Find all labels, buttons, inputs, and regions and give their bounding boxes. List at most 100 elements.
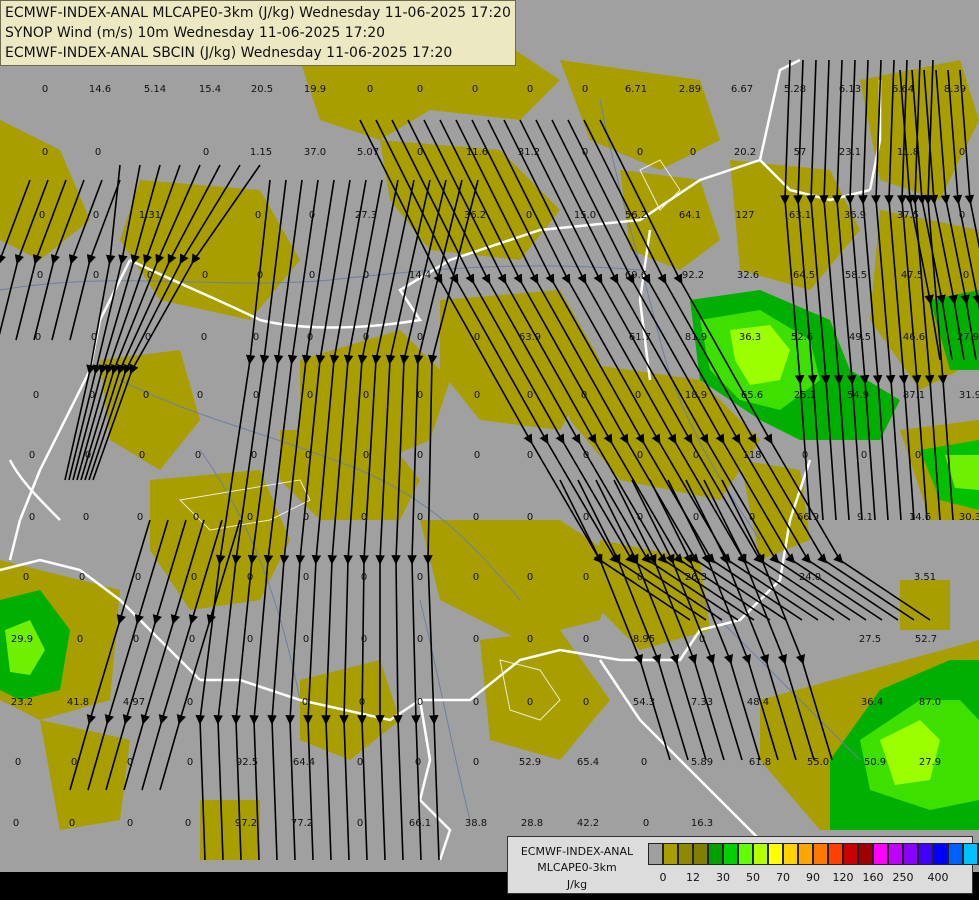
cape-value-label: 0 xyxy=(42,147,48,158)
cape-value-label: 0 xyxy=(135,572,141,583)
legend-swatch xyxy=(798,843,813,865)
cape-value-label: 0 xyxy=(963,270,969,281)
cape-value-label: 0 xyxy=(79,572,85,583)
cape-value-label: 0 xyxy=(472,84,478,95)
legend-swatch xyxy=(768,843,783,865)
cape-value-label: 0 xyxy=(363,332,369,343)
cape-value-label: 63.1 xyxy=(789,210,811,221)
cape-value-label: 64.5 xyxy=(793,270,815,281)
cape-value-label: 54.9 xyxy=(847,390,869,401)
cape-value-label: 65.4 xyxy=(577,757,599,768)
cape-value-label: 0 xyxy=(193,512,199,523)
cape-value-label: 0 xyxy=(637,512,643,523)
cape-value-label: 6.67 xyxy=(731,84,753,95)
cape-value-label: 8.39 xyxy=(944,84,966,95)
cape-value-label: 0 xyxy=(39,210,45,221)
cape-value-label: 0 xyxy=(143,390,149,401)
cape-value-label: 3.51 xyxy=(914,572,936,583)
cape-value-label: 0 xyxy=(473,512,479,523)
cape-value-label: 14.4 xyxy=(409,270,431,281)
legend-swatch xyxy=(738,843,753,865)
cape-value-label: 50.9 xyxy=(864,757,886,768)
cape-value-label: 0 xyxy=(635,390,641,401)
legend-swatch xyxy=(663,843,678,865)
cape-value-label: 0 xyxy=(359,697,365,708)
cape-value-label: 0 xyxy=(145,332,151,343)
cape-value-label: 0 xyxy=(749,512,755,523)
legend-units: J/kg xyxy=(566,878,588,891)
cape-value-label: 11.8 xyxy=(897,147,919,158)
cape-value-label: 0 xyxy=(85,450,91,461)
cape-value-label: 7.33 xyxy=(691,697,713,708)
cape-value-label: 0 xyxy=(29,512,35,523)
cape-value-label: 6.13 xyxy=(839,84,861,95)
cape-value-label: 16.3 xyxy=(691,818,713,829)
cape-value-label: 26.3 xyxy=(685,572,707,583)
cape-value-label: 0 xyxy=(583,634,589,645)
cape-value-label: 32.6 xyxy=(737,270,759,281)
cape-value-label: 54.3 xyxy=(633,697,655,708)
cape-value-label: 0 xyxy=(303,572,309,583)
cape-value-label: 0 xyxy=(303,512,309,523)
cape-value-label: 0 xyxy=(417,450,423,461)
cape-value-label: 0 xyxy=(95,147,101,158)
cape-value-label: 97.2 xyxy=(235,818,257,829)
cape-value-label: 1.31 xyxy=(139,210,161,221)
cape-value-label: 0 xyxy=(417,697,423,708)
cape-value-label: 64.4 xyxy=(293,757,315,768)
cape-value-label: 15.4 xyxy=(199,84,221,95)
cape-value-label: 87.0 xyxy=(919,697,941,708)
cape-value-label: 5.28 xyxy=(784,84,806,95)
legend-swatch xyxy=(903,843,918,865)
cape-value-label: 77.2 xyxy=(291,818,313,829)
legend-swatch xyxy=(723,843,738,865)
cape-value-label: 0 xyxy=(255,210,261,221)
cape-value-label: 0 xyxy=(582,84,588,95)
cape-value-label: 0 xyxy=(137,512,143,523)
cape-value-label: 0 xyxy=(417,572,423,583)
cape-value-label: 0 xyxy=(527,634,533,645)
cape-value-label: 0 xyxy=(93,210,99,221)
cape-value-label: 0 xyxy=(637,147,643,158)
cape-value-label: 0 xyxy=(473,757,479,768)
cape-value-label: 27.5 xyxy=(859,634,881,645)
cape-value-label: 52.6 xyxy=(791,332,813,343)
cape-value-label: 0 xyxy=(417,512,423,523)
legend-swatch xyxy=(858,843,873,865)
cape-value-label: 0 xyxy=(33,390,39,401)
cape-value-label: 0 xyxy=(583,697,589,708)
legend-tick: 160 xyxy=(862,871,884,884)
cape-value-label: 0 xyxy=(69,818,75,829)
cape-value-label: 0 xyxy=(15,757,21,768)
cape-value-label: 0 xyxy=(361,634,367,645)
color-legend: ECMWF-INDEX-ANAL MLCAPE0-3km J/kg 0 12 30 5… xyxy=(507,836,979,894)
cape-value-label: 42.2 xyxy=(577,818,599,829)
legend-ticks: 0 12 30 50 70 90 120 160 250 400 xyxy=(648,871,973,889)
cape-value-label: 0 xyxy=(247,512,253,523)
cape-value-label: 61.7 xyxy=(629,332,651,343)
cape-value-label: 0 xyxy=(417,634,423,645)
cape-value-label: 0 xyxy=(203,147,209,158)
legend-swatch xyxy=(708,843,723,865)
cape-value-label: 58.5 xyxy=(845,270,867,281)
map-header: ECMWF-INDEX-ANAL MLCAPE0-3km (J/kg) Wedn… xyxy=(0,0,516,66)
legend-tick: 120 xyxy=(832,871,854,884)
cape-value-label: 0 xyxy=(363,390,369,401)
legend-swatch xyxy=(648,843,663,865)
cape-value-label: 0 xyxy=(527,84,533,95)
cape-value-label: 65.6 xyxy=(741,390,763,401)
legend-swatches xyxy=(648,843,979,865)
cape-value-label: 52.9 xyxy=(519,757,541,768)
legend-tick: 50 xyxy=(746,871,760,884)
cape-value-label: 25.1 xyxy=(794,390,816,401)
cape-value-label: 64.1 xyxy=(679,210,701,221)
cape-value-label: 0 xyxy=(582,147,588,158)
cape-value-label: 0 xyxy=(42,84,48,95)
cape-value-label: 0 xyxy=(363,450,369,461)
cape-value-label: 0 xyxy=(473,634,479,645)
cape-value-label: 52.7 xyxy=(915,634,937,645)
cape-value-label: 55.0 xyxy=(807,757,829,768)
cape-value-label: 0 xyxy=(527,697,533,708)
cape-value-label: 0 xyxy=(253,332,259,343)
cape-value-label: 0 xyxy=(305,450,311,461)
